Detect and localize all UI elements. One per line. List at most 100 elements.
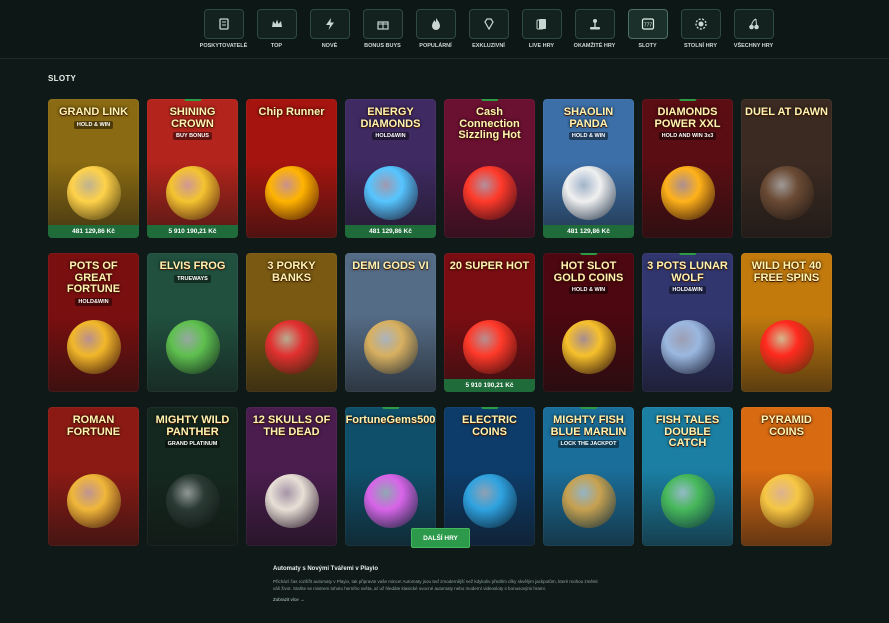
game-artwork — [363, 166, 418, 220]
nav-tab[interactable]: POSKYTOVATELÉ — [200, 9, 247, 49]
game-tile[interactable]: ELVIS FROG TRUEWAYS — [147, 253, 238, 392]
nav-tab[interactable]: BONUS BUYS — [359, 9, 406, 49]
jackpot-amount: 481 129,86 Kč — [345, 225, 436, 238]
game-title: WILD HOT 40 FREE SPINS — [751, 260, 822, 284]
seo-title: Automaty s Novými Tvářemi v Playio — [273, 566, 379, 572]
game-title: Cash Connection Sizzling Hot — [458, 106, 521, 142]
game-tile[interactable]: nové SHINING CROWN BUY BONUS 5 910 190,21 K… — [147, 99, 238, 238]
game-tile[interactable]: nové DIAMONDS POWER XXL HOLD AND WIN 3x3 — [642, 99, 733, 238]
game-artwork — [660, 320, 715, 374]
new-badge: nové — [579, 253, 598, 255]
game-artwork — [264, 474, 319, 528]
game-tile[interactable]: nové 3 POTS LUNAR WOLF HOLD&WIN — [642, 253, 733, 392]
game-title: ELECTRIC COINS — [462, 414, 517, 438]
seo-block: Automaty s Novými Tvářemi v Playio Přich… — [273, 566, 603, 602]
game-tile[interactable]: nové FortuneGems500 — [345, 407, 436, 546]
game-subtitle: GRAND PLATINUM — [164, 440, 221, 449]
nav-tab-box — [362, 9, 403, 39]
game-tile[interactable]: MIGHTY WILD PANTHER GRAND PLATINUM — [147, 407, 238, 546]
nav-tab-label: TOP — [270, 43, 283, 49]
game-title: ROMAN FORTUNE — [66, 414, 121, 438]
slot-icon: 777 — [641, 18, 654, 30]
nav-tab-label: LIVE HRY — [528, 43, 555, 49]
nav-tab[interactable]: 777 SLOTY — [624, 9, 671, 49]
game-subtitle: TRUEWAYS — [174, 274, 211, 283]
game-title: ENERGY DIAMONDS — [360, 106, 421, 130]
game-tile[interactable]: ROMAN FORTUNE — [48, 407, 139, 546]
game-artwork — [759, 320, 814, 374]
game-tile[interactable]: nové MIGHTY FISH BLUE MARLIN LOCK THE JACK… — [543, 407, 634, 546]
nav-tab-label: STOLNÍ HRY — [683, 43, 717, 49]
game-grid: GRAND LINK HOLD & WIN 481 129,86 Kč nové SHI… — [48, 99, 832, 546]
game-subtitle: LOCK THE JACKPOT — [557, 440, 620, 449]
new-badge: nové — [480, 407, 499, 409]
joystick-icon — [589, 19, 600, 30]
nav-tab[interactable]: EXKLUZIVNÍ — [465, 9, 512, 49]
game-tile[interactable]: PYRAMID COINS — [741, 407, 832, 546]
game-tile[interactable]: ENERGY DIAMONDS HOLD&WIN 481 129,86 Kč — [345, 99, 436, 238]
new-badge: nové — [381, 407, 400, 409]
category-nav-bar: POSKYTOVATELÉ TOP NOVÉ BONUS BUYS POPULÁRNÍ E… — [0, 0, 889, 59]
game-subtitle: HOLD AND WIN 3x3 — [658, 132, 717, 141]
nav-tab[interactable]: NOVÉ — [306, 9, 353, 49]
game-artwork — [561, 320, 616, 374]
chip-icon — [694, 18, 707, 30]
game-title: 12 SKULLS OF THE DEAD — [252, 414, 331, 438]
gift-icon — [376, 21, 389, 30]
game-title: 3 PORKY BANKS — [267, 260, 316, 284]
game-title: FortuneGems500 — [345, 414, 436, 426]
game-tile[interactable]: POTS OF GREAT FORTUNE HOLD&WIN — [48, 253, 139, 392]
game-tile[interactable]: FISH TALES DOUBLE CATCH — [642, 407, 733, 546]
game-title: MIGHTY WILD PANTHER — [155, 414, 230, 438]
section-title: SLOTY — [48, 74, 77, 83]
nav-tab[interactable]: POPULÁRNÍ — [412, 9, 459, 49]
game-artwork — [660, 474, 715, 528]
game-title: 20 SUPER HOT — [449, 260, 530, 272]
game-tile[interactable]: 12 SKULLS OF THE DEAD — [246, 407, 337, 546]
game-tile[interactable]: nové HOT SLOT GOLD COINS HOLD & WIN — [543, 253, 634, 392]
nav-tab-label: NOVÉ — [321, 43, 338, 49]
game-artwork — [165, 320, 220, 374]
show-more-link[interactable]: Zobrazit více → — [273, 597, 603, 602]
game-title: POTS OF GREAT FORTUNE — [66, 260, 121, 296]
game-tile[interactable]: nové ELECTRIC COINS — [444, 407, 535, 546]
game-artwork — [462, 166, 517, 220]
game-tile[interactable]: SHAOLIN PANDA HOLD & WIN 481 129,86 Kč — [543, 99, 634, 238]
nav-tab-box — [733, 9, 774, 39]
game-title: Chip Runner — [258, 106, 325, 118]
nav-tab[interactable]: STOLNÍ HRY — [677, 9, 724, 49]
game-subtitle: HOLD & WIN — [568, 132, 609, 141]
game-tile[interactable]: nové Cash Connection Sizzling Hot — [444, 99, 535, 238]
nav-tab[interactable]: LIVE HRY — [518, 9, 565, 49]
game-subtitle: HOLD&WIN — [372, 132, 409, 141]
game-artwork — [462, 474, 517, 528]
game-artwork — [66, 474, 121, 528]
game-title: DUEL AT DAWN — [745, 106, 828, 118]
game-tile[interactable]: WILD HOT 40 FREE SPINS — [741, 253, 832, 392]
game-artwork — [165, 474, 220, 528]
game-artwork — [363, 320, 418, 374]
more-games-button[interactable]: DALŠÍ HRY — [411, 528, 470, 548]
jackpot-amount: 481 129,86 Kč — [48, 225, 139, 238]
game-title: SHAOLIN PANDA — [563, 106, 614, 130]
nav-tab-box: 777 — [627, 9, 668, 39]
game-tile[interactable]: DEMI GODS VI — [345, 253, 436, 392]
game-title: PYRAMID COINS — [761, 414, 812, 438]
providers-icon — [218, 18, 229, 30]
game-artwork — [759, 166, 814, 220]
game-artwork — [264, 320, 319, 374]
game-tile[interactable]: DUEL AT DAWN — [741, 99, 832, 238]
jackpot-amount: 5 910 190,21 Kč — [444, 379, 535, 392]
game-tile[interactable]: GRAND LINK HOLD & WIN 481 129,86 Kč — [48, 99, 139, 238]
nav-tab[interactable]: TOP — [253, 9, 300, 49]
game-tile[interactable]: 3 PORKY BANKS — [246, 253, 337, 392]
game-artwork — [363, 474, 418, 528]
svg-text:777: 777 — [643, 23, 652, 29]
nav-tab-label: BONUS BUYS — [364, 43, 401, 49]
seo-text: Přichází čas rozšířit automaty v Playio,… — [273, 579, 598, 592]
game-subtitle: HOLD & WIN — [568, 286, 609, 295]
nav-tab[interactable]: VŠECHNY HRY — [730, 9, 777, 49]
nav-tab[interactable]: OKAMŽITÉ HRY — [571, 9, 618, 49]
game-tile[interactable]: Chip Runner — [246, 99, 337, 238]
game-tile[interactable]: 20 SUPER HOT 5 910 190,21 Kč — [444, 253, 535, 392]
